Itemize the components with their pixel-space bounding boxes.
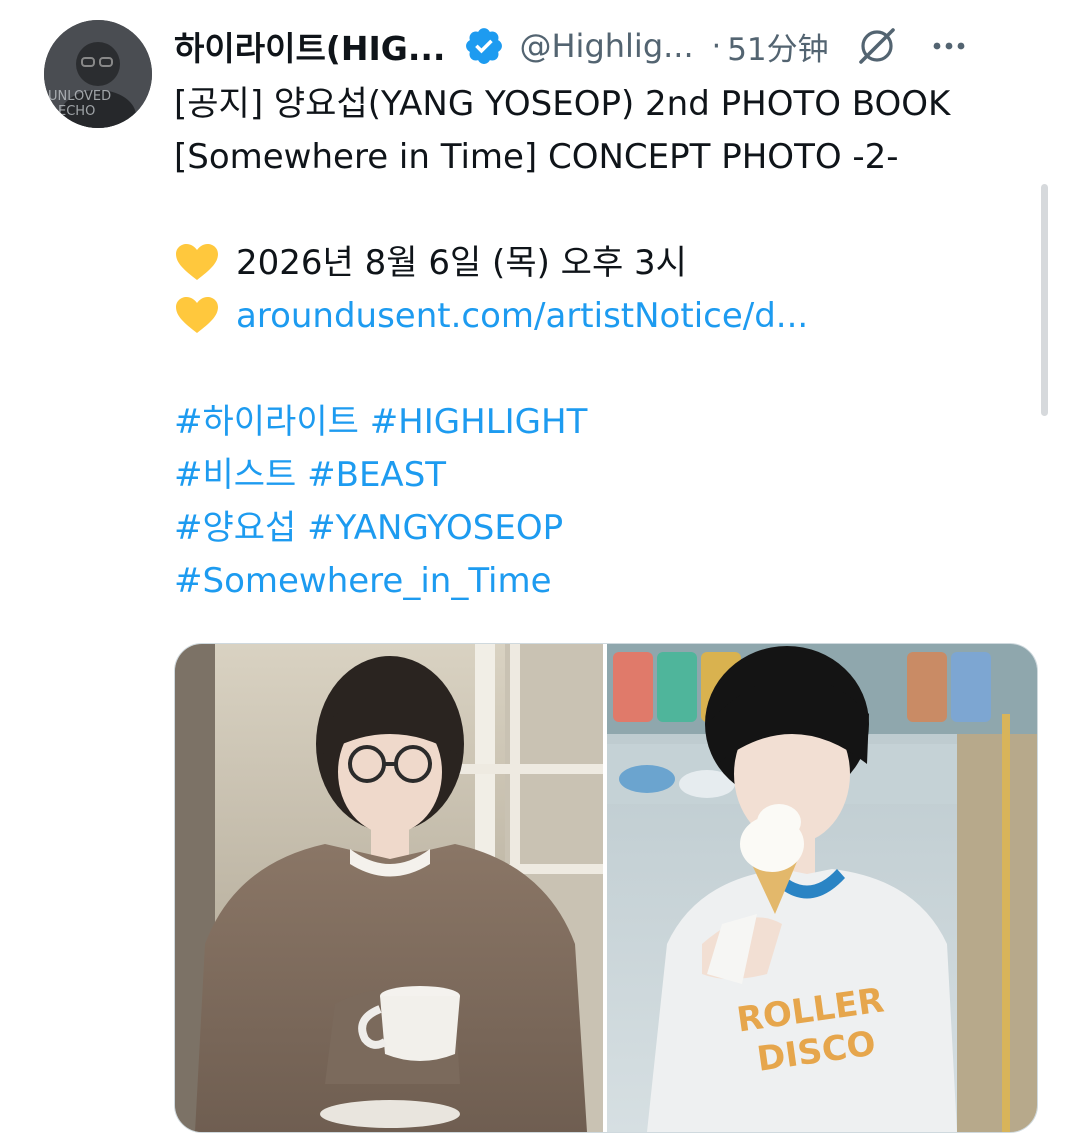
author-avatar[interactable]: UNLOVED ECHO	[44, 20, 152, 128]
notice-link[interactable]: aroundusent.com/artistNotice/d...	[236, 296, 808, 336]
tweet-text: [공지] 양요섭(YANG YOSEOP) 2nd PHOTO BOOK [So…	[174, 78, 1034, 608]
tweet-text-line-1: [공지] 양요섭(YANG YOSEOP) 2nd PHOTO BOOK	[174, 84, 951, 124]
hashtag-line[interactable]: #비스트 #BEAST	[174, 449, 1034, 502]
date-line: 2026년 8월 6일 (목) 오후 3시	[174, 237, 1034, 290]
author-handle[interactable]: @Highlig...	[519, 27, 693, 65]
event-date-text: 2026년 8월 6일 (목) 오후 3시	[236, 243, 687, 283]
photo-ice-cream[interactable]: ROLLER DISCO	[607, 644, 1037, 1132]
media-grid: ROLLER DISCO	[174, 643, 1038, 1133]
more-options-icon[interactable]	[929, 26, 969, 66]
hashtag-line[interactable]: #하이라이트 #HIGHLIGHT	[174, 396, 1034, 449]
photo-sweater-mug[interactable]	[175, 644, 603, 1132]
svg-text:UNLOVED: UNLOVED	[48, 89, 111, 104]
hashtag-line[interactable]: #Somewhere_in_Time	[174, 555, 1034, 608]
tweet-text-line-2: [Somewhere in Time] CONCEPT PHOTO -2-	[174, 137, 899, 177]
hashtag-line[interactable]: #양요섭 #YANGYOSEOP	[174, 502, 1034, 555]
author-display-name[interactable]: 하이라이트(HIG...	[174, 22, 445, 70]
tweet-header: 하이라이트(HIG... @Highlig... · 51分钟	[174, 22, 1054, 70]
tweet-timestamp[interactable]: 51分钟	[727, 24, 828, 69]
link-line: aroundusent.com/artistNotice/d...	[174, 290, 1034, 343]
grok-icon[interactable]	[855, 24, 899, 68]
avatar-image: UNLOVED ECHO	[44, 20, 152, 128]
yellow-heart-icon	[174, 295, 220, 335]
verified-badge-icon	[463, 25, 505, 67]
scrollbar[interactable]	[1041, 184, 1048, 416]
svg-text:ECHO: ECHO	[58, 104, 95, 119]
separator-dot: ·	[711, 28, 722, 64]
yellow-heart-icon	[174, 242, 220, 282]
